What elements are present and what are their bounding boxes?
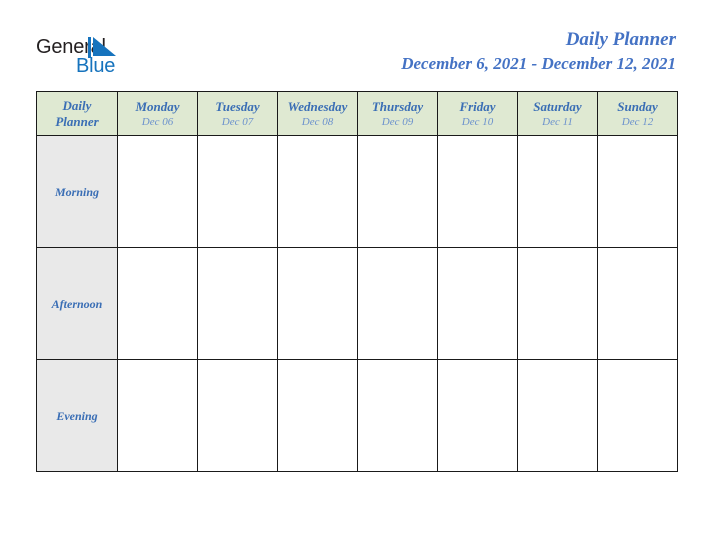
slot-afternoon-tuesday[interactable]	[197, 247, 278, 360]
day-name: Friday	[459, 98, 496, 114]
row-label-text: Morning	[54, 184, 100, 199]
day-header-thursday: Thursday Dec 09	[357, 91, 438, 136]
slot-evening-thursday[interactable]	[357, 359, 438, 472]
day-header-friday: Friday Dec 10	[437, 91, 518, 136]
row-label-evening: Evening	[36, 359, 118, 472]
slot-morning-friday[interactable]	[437, 135, 518, 248]
table-row-afternoon: Afternoon	[36, 247, 678, 360]
day-header-tuesday: Tuesday Dec 07	[197, 91, 278, 136]
slot-afternoon-monday[interactable]	[117, 247, 198, 360]
slot-evening-friday[interactable]	[437, 359, 518, 472]
slot-morning-sunday[interactable]	[597, 135, 678, 248]
row-label-afternoon: Afternoon	[36, 247, 118, 360]
title-block: Daily Planner December 6, 2021 - Decembe…	[401, 28, 676, 75]
day-name: Saturday	[533, 98, 582, 114]
page-title: Daily Planner	[565, 29, 676, 50]
date-range-subtitle: December 6, 2021 - December 12, 2021	[401, 54, 676, 73]
brand-logo[interactable]: General Blue	[36, 36, 216, 82]
day-name: Wednesday	[287, 98, 348, 114]
slot-morning-saturday[interactable]	[517, 135, 598, 248]
row-label-text: Evening	[56, 408, 98, 423]
day-date: Dec 09	[381, 115, 414, 128]
corner-header-cell: Daily Planner	[36, 91, 118, 136]
table-row-morning: Morning	[36, 135, 678, 248]
day-name: Sunday	[617, 98, 658, 114]
logo-text-blue: Blue	[76, 55, 116, 77]
planner-grid: Daily Planner Monday Dec 06 Tuesday Dec …	[36, 91, 678, 472]
slot-morning-thursday[interactable]	[357, 135, 438, 248]
slot-evening-monday[interactable]	[117, 359, 198, 472]
day-date: Dec 07	[221, 115, 254, 128]
day-date: Dec 11	[542, 115, 573, 128]
day-date: Dec 12	[621, 115, 654, 128]
slot-evening-sunday[interactable]	[597, 359, 678, 472]
slot-afternoon-saturday[interactable]	[517, 247, 598, 360]
table-header-row: Daily Planner Monday Dec 06 Tuesday Dec …	[36, 91, 678, 136]
day-header-monday: Monday Dec 06	[117, 91, 198, 136]
daily-planner-page: General Blue Daily Planner December 6, 2…	[0, 0, 712, 550]
day-header-saturday: Saturday Dec 11	[517, 91, 598, 136]
day-name: Thursday	[371, 98, 424, 114]
row-label-morning: Morning	[36, 135, 118, 248]
slot-morning-tuesday[interactable]	[197, 135, 278, 248]
slot-afternoon-friday[interactable]	[437, 247, 518, 360]
day-name: Tuesday	[215, 98, 260, 114]
slot-evening-wednesday[interactable]	[277, 359, 358, 472]
slot-afternoon-sunday[interactable]	[597, 247, 678, 360]
slot-evening-tuesday[interactable]	[197, 359, 278, 472]
day-date: Dec 06	[141, 115, 174, 128]
slot-morning-monday[interactable]	[117, 135, 198, 248]
row-label-text: Afternoon	[51, 296, 103, 311]
day-name: Monday	[135, 98, 180, 114]
corner-label-line2: Planner	[55, 113, 99, 129]
slot-evening-saturday[interactable]	[517, 359, 598, 472]
slot-morning-wednesday[interactable]	[277, 135, 358, 248]
table-row-evening: Evening	[36, 359, 678, 472]
corner-label-line1: Daily	[62, 97, 92, 113]
day-header-wednesday: Wednesday Dec 08	[277, 91, 358, 136]
day-date: Dec 10	[461, 115, 494, 128]
slot-afternoon-wednesday[interactable]	[277, 247, 358, 360]
day-date: Dec 08	[301, 115, 334, 128]
slot-afternoon-thursday[interactable]	[357, 247, 438, 360]
page-header: General Blue Daily Planner December 6, 2…	[0, 0, 712, 91]
day-header-sunday: Sunday Dec 12	[597, 91, 678, 136]
